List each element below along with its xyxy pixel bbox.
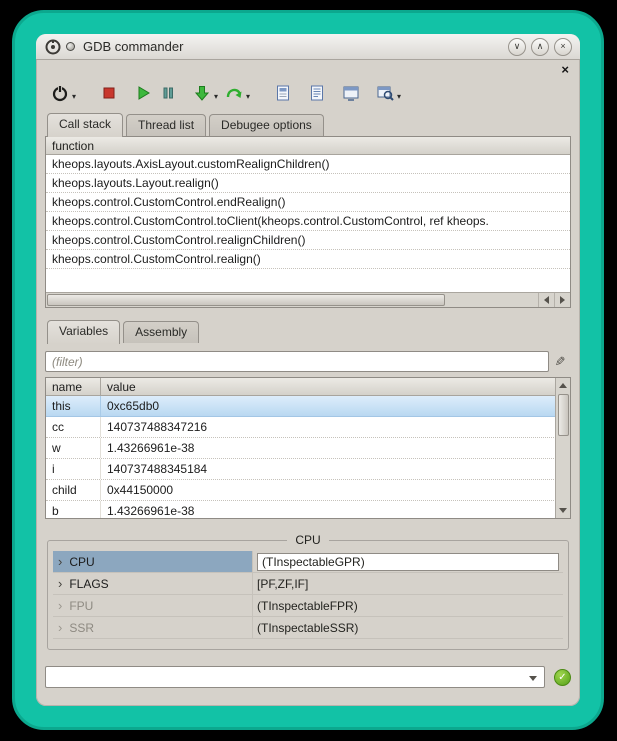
maximize-button[interactable]: ∧ bbox=[531, 38, 549, 56]
filter-row: ✎ bbox=[45, 351, 571, 372]
expand-icon[interactable]: › bbox=[58, 555, 62, 568]
cpu-register-row[interactable]: › FLAGS [PF,ZF,IF] bbox=[53, 573, 563, 595]
cpu-register-row[interactable]: › CPU (TInspectableGPR) bbox=[53, 551, 563, 573]
scroll-up-icon[interactable] bbox=[556, 378, 570, 393]
tab-variables[interactable]: Variables bbox=[47, 320, 120, 344]
tab-call-stack[interactable]: Call stack bbox=[47, 113, 123, 137]
tab-assembly[interactable]: Assembly bbox=[123, 321, 199, 343]
confirm-button[interactable]: ✓ bbox=[554, 669, 571, 686]
variable-value: 0xc65db0 bbox=[101, 396, 570, 416]
register-value: (TInspectableSSR) bbox=[253, 617, 563, 638]
register-value: [PF,ZF,IF] bbox=[253, 573, 563, 594]
expand-icon[interactable]: › bbox=[58, 621, 62, 634]
variable-value: 1.43266961e-38 bbox=[101, 438, 570, 458]
close-button[interactable]: × bbox=[554, 38, 572, 56]
variable-row[interactable]: b 1.43266961e-38 bbox=[46, 501, 570, 519]
call-stack-row[interactable]: kheops.layouts.Layout.realign() bbox=[46, 174, 570, 193]
tab-thread-list[interactable]: Thread list bbox=[126, 114, 206, 136]
power-dropdown-icon[interactable]: ▾ bbox=[72, 92, 76, 101]
power-icon[interactable] bbox=[49, 82, 71, 104]
scroll-right-icon[interactable] bbox=[554, 293, 570, 307]
variables-header: name value bbox=[46, 378, 570, 396]
variable-row[interactable]: cc 140737488347216 bbox=[46, 417, 570, 438]
inspect-dropdown-icon[interactable]: ▾ bbox=[397, 92, 401, 101]
call-stack-panel: function kheops.layouts.AxisLayout.custo… bbox=[45, 136, 571, 308]
variable-name: child bbox=[46, 480, 101, 500]
register-group-name: SSR bbox=[69, 621, 94, 635]
variable-value: 0x44150000 bbox=[101, 480, 570, 500]
inspect-memory-icon[interactable] bbox=[374, 82, 396, 104]
register-value: (TInspectableFPR) bbox=[253, 595, 563, 616]
cpu-register-row[interactable]: › SSR (TInspectableSSR) bbox=[53, 617, 563, 639]
scrollbar-thumb[interactable] bbox=[47, 294, 445, 306]
filter-input[interactable] bbox=[45, 351, 549, 372]
name-column-header[interactable]: name bbox=[46, 378, 101, 395]
variable-row[interactable]: i 140737488345184 bbox=[46, 459, 570, 480]
tab-debugee-options[interactable]: Debugee options bbox=[209, 114, 324, 136]
call-stack-row[interactable]: kheops.layouts.AxisLayout.customRealignC… bbox=[46, 155, 570, 174]
variable-name: cc bbox=[46, 417, 101, 437]
register-group-name: FLAGS bbox=[69, 577, 108, 591]
scrollbar-thumb[interactable] bbox=[558, 394, 569, 436]
step-in-dropdown-icon[interactable]: ▾ bbox=[214, 92, 218, 101]
value-column-header[interactable]: value bbox=[101, 378, 570, 395]
debug-toolbar: ▾ bbox=[45, 77, 571, 109]
step-over-icon[interactable] bbox=[223, 82, 245, 104]
vertical-scrollbar[interactable] bbox=[555, 378, 570, 518]
command-combobox[interactable] bbox=[45, 666, 545, 688]
variable-row[interactable]: w 1.43266961e-38 bbox=[46, 438, 570, 459]
call-stack-row[interactable]: kheops.control.CustomControl.toClient(kh… bbox=[46, 212, 570, 231]
variable-value: 140737488345184 bbox=[101, 459, 570, 479]
function-column-header[interactable]: function bbox=[46, 137, 570, 155]
gdb-commander-window: GDB commander ∨ ∧ × × ▾ bbox=[36, 34, 580, 706]
variable-value: 140737488347216 bbox=[101, 417, 570, 437]
cpu-group-title: CPU bbox=[287, 533, 328, 547]
variable-value: 1.43266961e-38 bbox=[101, 501, 570, 519]
filter-pen-icon[interactable]: ✎ bbox=[549, 354, 571, 370]
variable-name: b bbox=[46, 501, 101, 519]
titlebar[interactable]: GDB commander ∨ ∧ × bbox=[36, 34, 580, 60]
step-over-dropdown-icon[interactable]: ▾ bbox=[246, 92, 250, 101]
expand-icon[interactable]: › bbox=[58, 577, 62, 590]
call-stack-row[interactable]: kheops.control.CustomControl.endRealign(… bbox=[46, 193, 570, 212]
stack-tabs: Call stack Thread list Debugee options bbox=[45, 112, 571, 136]
stop-icon[interactable] bbox=[98, 82, 120, 104]
app-subicon bbox=[66, 42, 75, 51]
variable-name: this bbox=[46, 396, 101, 416]
cpu-groupbox: CPU › CPU (TInspectableGPR) › FLAGS [ bbox=[47, 533, 569, 650]
variable-name: i bbox=[46, 459, 101, 479]
run-icon[interactable] bbox=[132, 82, 154, 104]
inspect-tabs: Variables Assembly bbox=[45, 319, 571, 343]
call-stack-row[interactable]: kheops.control.CustomControl.realign() bbox=[46, 250, 570, 269]
combo-dropdown-icon[interactable] bbox=[529, 676, 537, 681]
call-stack-row[interactable]: kheops.control.CustomControl.realignChil… bbox=[46, 231, 570, 250]
minimize-button[interactable]: ∨ bbox=[508, 38, 526, 56]
step-in-icon[interactable] bbox=[191, 82, 213, 104]
scroll-left-icon[interactable] bbox=[538, 293, 554, 307]
output-log-icon[interactable] bbox=[306, 82, 328, 104]
variables-panel: name value this 0xc65db0 cc 140737488347… bbox=[45, 377, 571, 519]
source-doc-icon[interactable] bbox=[272, 82, 294, 104]
client-area: × ▾ bbox=[36, 60, 580, 706]
window-title: GDB commander bbox=[83, 39, 183, 54]
pause-icon[interactable] bbox=[157, 82, 179, 104]
scroll-down-icon[interactable] bbox=[556, 503, 570, 518]
app-icon bbox=[44, 38, 62, 56]
register-group-name: FPU bbox=[69, 599, 93, 613]
cpu-register-row[interactable]: › FPU (TInspectableFPR) bbox=[53, 595, 563, 617]
expand-icon[interactable]: › bbox=[58, 599, 62, 612]
variable-name: w bbox=[46, 438, 101, 458]
dock-close-icon[interactable]: × bbox=[559, 64, 571, 75]
horizontal-scrollbar[interactable] bbox=[46, 292, 570, 307]
watch-window-icon[interactable] bbox=[340, 82, 362, 104]
register-group-name: CPU bbox=[69, 555, 94, 569]
variable-row[interactable]: child 0x44150000 bbox=[46, 480, 570, 501]
variable-row[interactable]: this 0xc65db0 bbox=[46, 396, 570, 417]
register-value-edit[interactable]: (TInspectableGPR) bbox=[257, 553, 559, 571]
window-frame: GDB commander ∨ ∧ × × ▾ bbox=[12, 10, 604, 730]
command-row: ✓ bbox=[45, 666, 571, 688]
